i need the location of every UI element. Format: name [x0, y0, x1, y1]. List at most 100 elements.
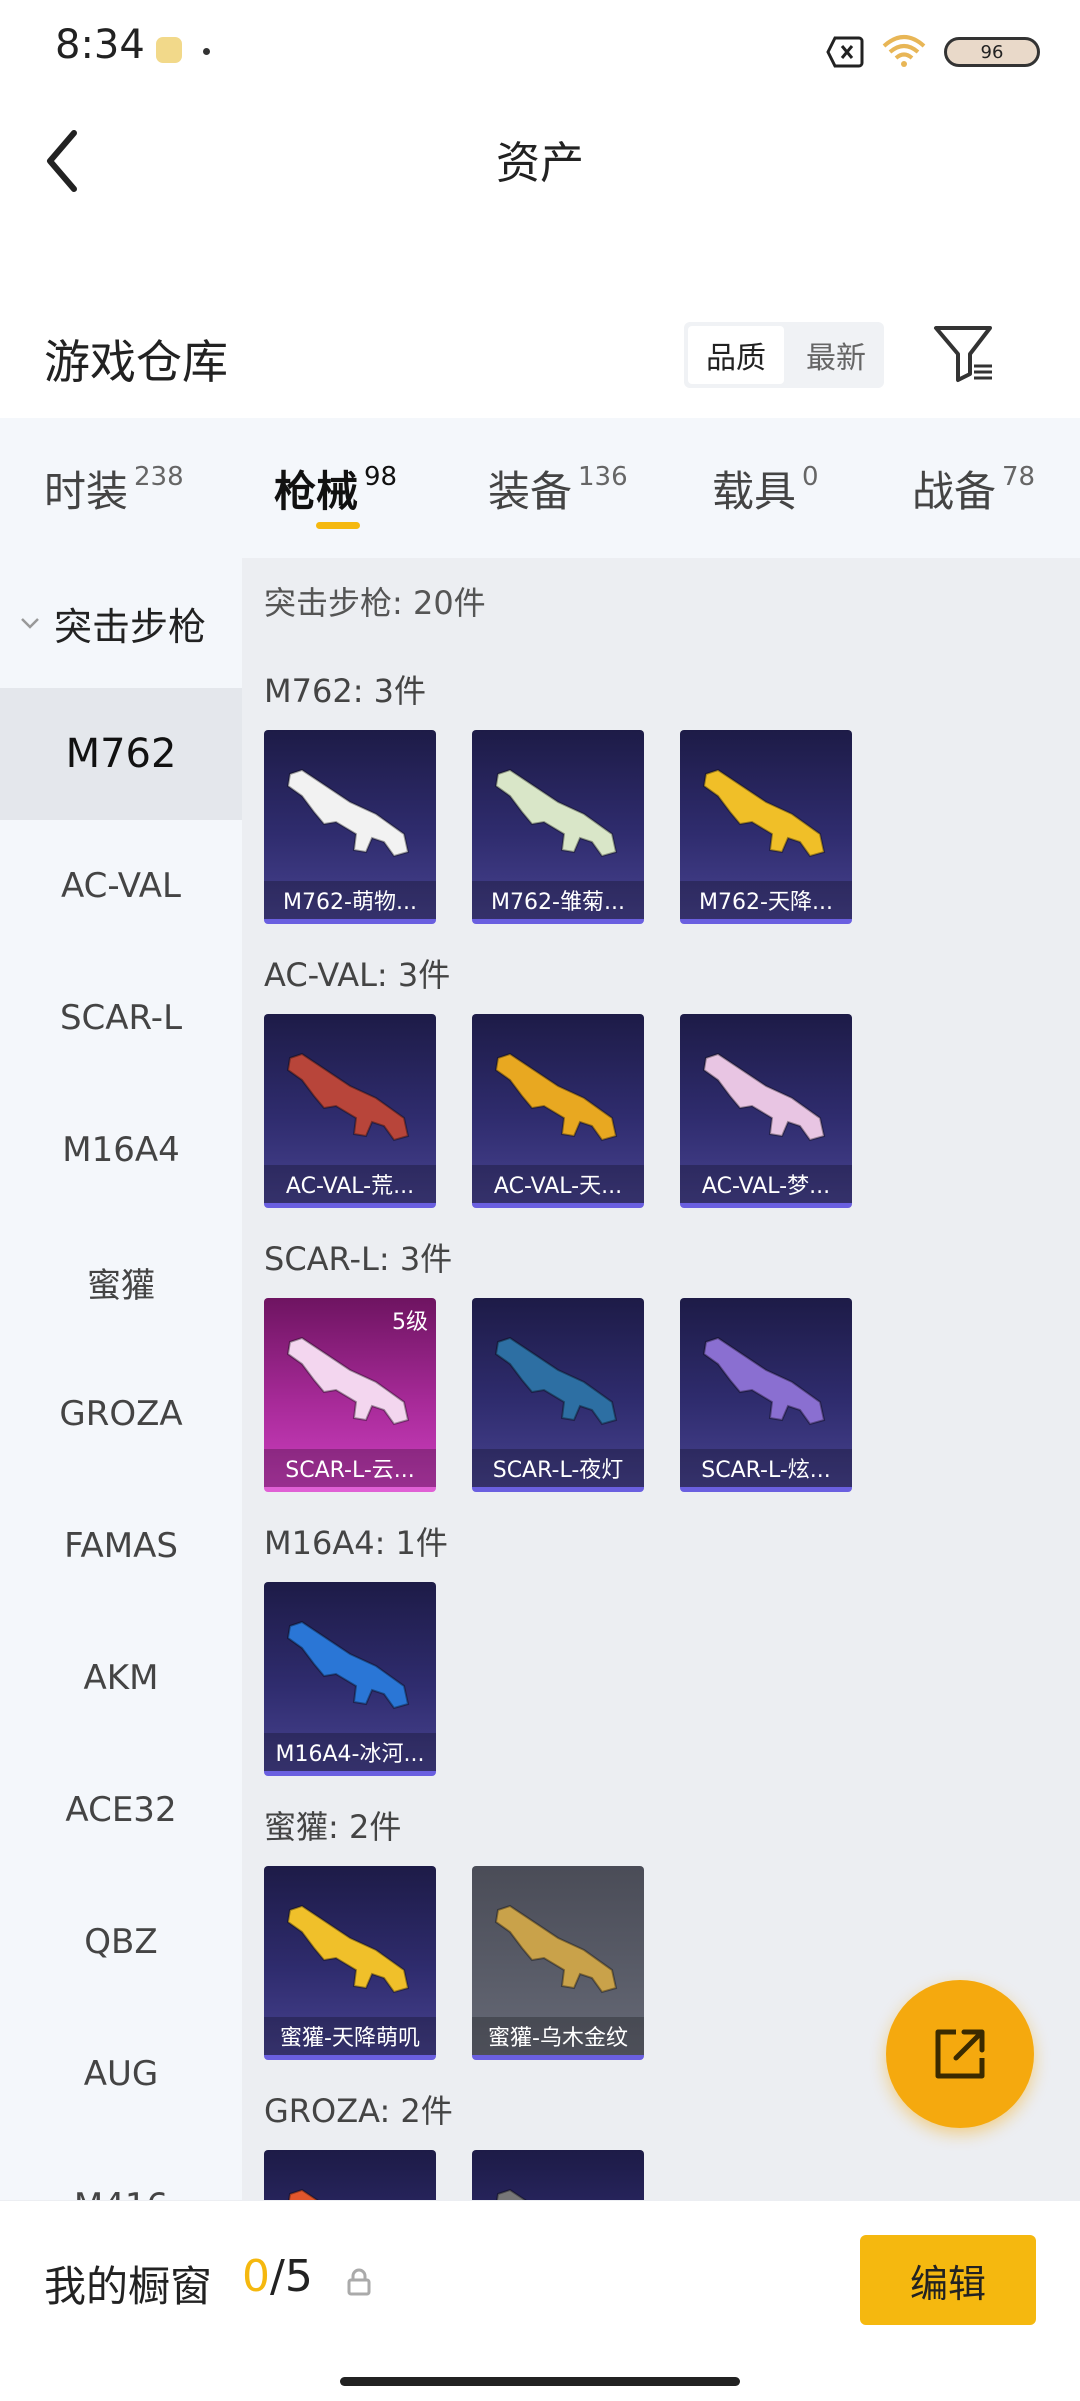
- tab-label: 战备: [912, 467, 997, 516]
- weapon-sidebar: 突击步枪 M762 AC-VAL SCAR-L M16A4 蜜獾 GROZA F…: [0, 558, 242, 2200]
- weapon-card[interactable]: [264, 2150, 436, 2200]
- weapon-name: M762-雏菊...: [472, 881, 644, 919]
- tab-label: 装备: [488, 467, 573, 516]
- weapon-name: 蜜獾-乌木金纹: [472, 2017, 644, 2055]
- weapon-card[interactable]: SCAR-L-炫...: [680, 1298, 852, 1492]
- weapon-name: AC-VAL-天...: [472, 1165, 644, 1203]
- sort-toggle: 品质 最新: [684, 322, 884, 388]
- status-icons: 96: [826, 30, 1040, 74]
- filter-icon[interactable]: [930, 318, 1000, 388]
- tab-count: 238: [134, 462, 184, 492]
- battery-level: 96: [980, 41, 1004, 63]
- group-title: GROZA: 2件: [264, 2092, 453, 2130]
- home-indicator: [340, 2377, 740, 2386]
- tab-equipment[interactable]: 装备 136: [488, 458, 628, 519]
- group-title: M762: 3件: [264, 672, 427, 710]
- weapon-card[interactable]: 蜜獾-天降萌叽: [264, 1866, 436, 2060]
- share-external-icon: [935, 2029, 985, 2079]
- tab-supplies[interactable]: 战备 78: [912, 458, 1035, 519]
- rifle-icon: [286, 1336, 410, 1426]
- tab-vehicles[interactable]: 载具 0: [712, 458, 819, 519]
- sidebar-item-m416[interactable]: M416: [0, 2140, 242, 2200]
- active-tab-indicator: [316, 522, 360, 529]
- wifi-icon: [882, 35, 926, 67]
- weapon-card[interactable]: [472, 2150, 644, 2200]
- tab-count: 0: [802, 462, 819, 492]
- app-header: 资产: [0, 105, 1080, 215]
- chevron-down-icon: [21, 618, 39, 629]
- weapon-card[interactable]: 5级 SCAR-L-云...: [264, 1298, 436, 1492]
- rifle-icon: [494, 1052, 618, 1142]
- group-title: 蜜獾: 2件: [264, 1808, 402, 1846]
- weapon-card[interactable]: M762-萌物...: [264, 730, 436, 924]
- lock-icon: [347, 2268, 371, 2296]
- weapon-name: SCAR-L-炫...: [680, 1449, 852, 1487]
- app-notification-icon: [156, 37, 182, 63]
- showcase-count: 0/5: [242, 2251, 313, 2302]
- page-title: 资产: [496, 138, 584, 189]
- rifle-icon: [286, 1904, 410, 1994]
- tab-count: 98: [364, 462, 398, 492]
- rifle-icon: [494, 1336, 618, 1426]
- showcase-current: 0: [242, 2251, 270, 2302]
- sidebar-item-akm[interactable]: AKM: [0, 1612, 242, 1744]
- showcase-bar: 我的橱窗 0/5 编辑: [0, 2200, 1080, 2401]
- weapon-card[interactable]: M762-天降...: [680, 730, 852, 924]
- rifle-icon: [286, 768, 410, 858]
- sidebar-category[interactable]: 突击步枪: [0, 558, 242, 688]
- tab-count: 78: [1002, 462, 1036, 492]
- rifle-icon: [702, 1336, 826, 1426]
- weapon-card[interactable]: AC-VAL-荒...: [264, 1014, 436, 1208]
- sidebar-item-m762[interactable]: M762: [0, 688, 242, 820]
- sort-newest-option[interactable]: 最新: [788, 322, 884, 388]
- rifle-icon: [287, 2188, 319, 2200]
- content-summary: 突击步枪: 20件: [264, 584, 486, 622]
- sidebar-item-groza[interactable]: GROZA: [0, 1348, 242, 1480]
- rifle-icon: [286, 1052, 410, 1142]
- section-title: 游戏仓库: [44, 335, 228, 389]
- sidebar-item-famas[interactable]: FAMAS: [0, 1480, 242, 1612]
- rifle-icon: [286, 1620, 410, 1710]
- showcase-label: 我的橱窗: [44, 2262, 213, 2311]
- weapon-name: M16A4-冰河...: [264, 1733, 436, 1771]
- tab-fashion[interactable]: 时装 238: [44, 458, 184, 519]
- weapon-name: 蜜獾-天降萌叽: [264, 2017, 436, 2055]
- weapon-card[interactable]: AC-VAL-梦...: [680, 1014, 852, 1208]
- group-title: AC-VAL: 3件: [264, 956, 451, 994]
- rifle-icon: [702, 1052, 826, 1142]
- tab-guns[interactable]: 枪械 98: [274, 458, 397, 519]
- showcase-total: /5: [270, 2251, 313, 2302]
- sidebar-category-label: 突击步枪: [54, 604, 207, 649]
- sidebar-item-scar-l[interactable]: SCAR-L: [0, 952, 242, 1084]
- sort-quality-option[interactable]: 品质: [688, 326, 784, 384]
- weapon-name: AC-VAL-荒...: [264, 1165, 436, 1203]
- weapon-name: M762-萌物...: [264, 881, 436, 919]
- weapon-grid: 突击步枪: 20件 M762: 3件 M762-萌物... M762-雏菊...…: [242, 558, 1080, 2200]
- sidebar-item-qbz[interactable]: QBZ: [0, 1876, 242, 2008]
- share-button[interactable]: [886, 1980, 1034, 2128]
- rifle-icon: [702, 768, 826, 858]
- weapon-card[interactable]: AC-VAL-天...: [472, 1014, 644, 1208]
- sidebar-item-honey-badger[interactable]: 蜜獾: [0, 1216, 242, 1348]
- notification-dot-icon: [203, 48, 210, 55]
- level-badge: 5级: [392, 1310, 428, 1335]
- rifle-icon: [494, 768, 618, 858]
- weapon-card[interactable]: M16A4-冰河...: [264, 1582, 436, 1776]
- weapon-card[interactable]: M762-雏菊...: [472, 730, 644, 924]
- sidebar-item-ac-val[interactable]: AC-VAL: [0, 820, 242, 952]
- category-tabs: 时装 238 枪械 98 装备 136 载具 0 战备 78: [0, 418, 1080, 558]
- weapon-card[interactable]: SCAR-L-夜灯: [472, 1298, 644, 1492]
- rifle-icon: [494, 1904, 618, 1994]
- tab-label: 载具: [712, 467, 797, 516]
- rifle-icon: [495, 2188, 527, 2200]
- edit-button[interactable]: 编辑: [860, 2235, 1036, 2325]
- weapon-name: SCAR-L-云...: [264, 1449, 436, 1487]
- sidebar-item-aug[interactable]: AUG: [0, 2008, 242, 2140]
- sidebar-item-m16a4[interactable]: M16A4: [0, 1084, 242, 1216]
- weapon-card[interactable]: 蜜獾-乌木金纹: [472, 1866, 644, 2060]
- weapon-name: M762-天降...: [680, 881, 852, 919]
- weapon-name: SCAR-L-夜灯: [472, 1449, 644, 1487]
- tab-label: 枪械: [274, 467, 359, 516]
- weapon-name: AC-VAL-梦...: [680, 1165, 852, 1203]
- sidebar-item-ace32[interactable]: ACE32: [0, 1744, 242, 1876]
